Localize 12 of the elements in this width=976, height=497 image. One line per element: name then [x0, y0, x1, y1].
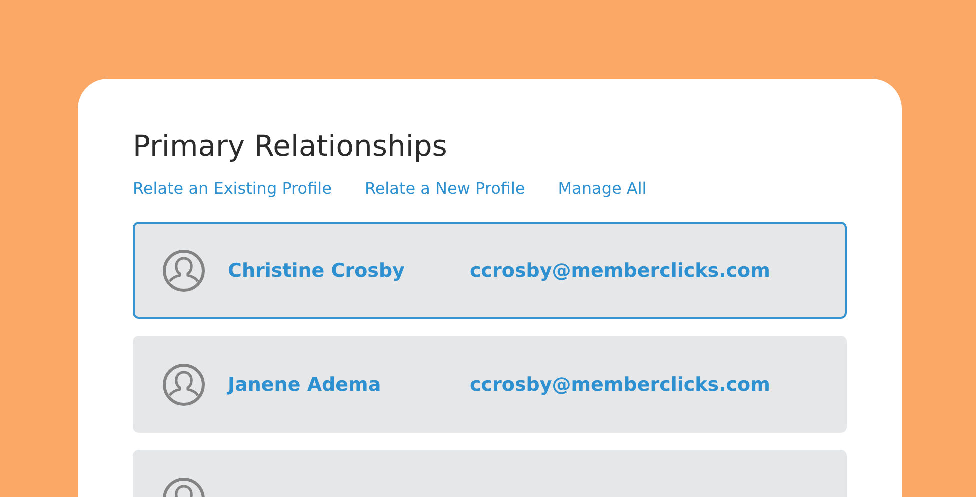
action-link[interactable]: Relate a New Profile: [364, 178, 526, 200]
contact-email[interactable]: ccrosby@memberclicks.com: [470, 374, 770, 396]
avatar-icon: [162, 362, 206, 406]
relationship-row[interactable]: Christine Crosby ccrosby@memberclicks.com: [133, 222, 847, 319]
relationship-row[interactable]: Janene Adema ccrosby@memberclicks.com: [133, 336, 847, 433]
avatar-icon: [162, 248, 206, 292]
action-link[interactable]: Relate an Existing Profile: [133, 178, 332, 200]
contact-name[interactable]: Janene Adema: [228, 374, 470, 396]
contact-name[interactable]: Christine Crosby: [228, 260, 470, 282]
action-link[interactable]: Manage All: [558, 178, 647, 200]
contact-email[interactable]: ccrosby@memberclicks.com: [470, 260, 770, 282]
section-title: Primary Relationships: [133, 128, 448, 165]
